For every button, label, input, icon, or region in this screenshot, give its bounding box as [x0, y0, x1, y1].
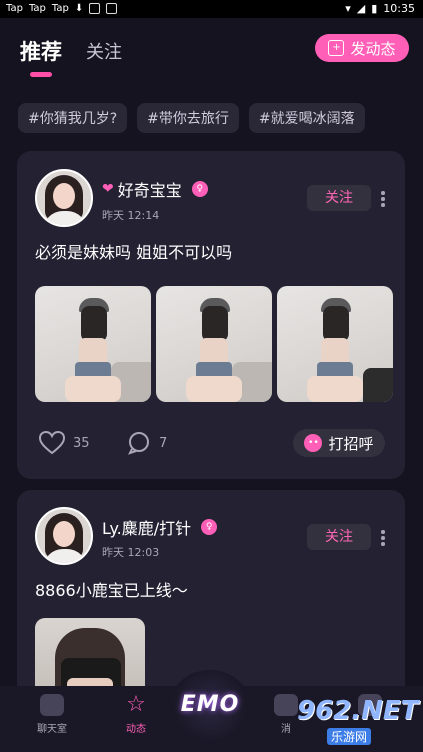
post-time: 昨天 12:03 [102, 546, 160, 559]
greet-icon: •• [304, 434, 323, 452]
post-button-label: 发动态 [350, 39, 396, 58]
more-options-icon[interactable] [381, 530, 385, 548]
photo-grid [35, 286, 393, 402]
battery-icon: ▮ [371, 2, 378, 15]
topic-tag[interactable]: #就爱喝冰阔落 [248, 103, 365, 133]
status-item-2: Tap [28, 3, 46, 14]
post-moment-button[interactable]: + 发动态 [315, 34, 409, 62]
watermark-bottom: 乐游网 [327, 728, 372, 745]
status-right: ▾ ◢ ▮ 10:35 [345, 2, 415, 15]
comment-icon [128, 432, 149, 455]
like-count: 35 [73, 435, 90, 451]
user-name[interactable]: 好奇宝宝 [118, 177, 182, 201]
heart-icon [39, 431, 65, 455]
post-photo[interactable] [156, 286, 272, 402]
chat-room-icon [40, 694, 64, 716]
plus-icon: + [328, 40, 345, 56]
game-icon [274, 694, 298, 716]
top-header: 推荐 关注 + 发动态 [20, 30, 409, 77]
nav-chat-room-label: 聊天室 [37, 724, 67, 735]
user-name-row: ❤ 好奇宝宝 ♀ [102, 177, 208, 201]
post-content: 必须是妹妹吗 姐姐不可以吗 [35, 243, 233, 262]
like-button[interactable]: 35 [39, 431, 90, 455]
hearts-icon: ❤ [102, 181, 114, 197]
download-icon: ⬇ [74, 3, 84, 14]
tab-follow[interactable]: 关注 [86, 38, 122, 64]
emo-logo: EMO [180, 692, 240, 717]
user-name[interactable]: Ly.麋鹿/打针 [102, 515, 191, 539]
image-icon [89, 3, 101, 14]
avatar[interactable] [35, 169, 93, 227]
topic-tag[interactable]: #你猜我几岁? [18, 103, 128, 133]
more-options-icon[interactable] [381, 191, 385, 209]
post-photo[interactable] [35, 286, 151, 402]
status-time: 10:35 [383, 2, 415, 15]
tab-recommend[interactable]: 推荐 [20, 36, 62, 66]
emo-center-button[interactable]: EMO [170, 670, 250, 740]
greet-button[interactable]: •• 打招呼 [293, 429, 385, 457]
nav-moments[interactable]: ☆ 动态 [106, 692, 166, 736]
topic-tag[interactable]: #带你去旅行 [137, 103, 239, 133]
post-actions: 35 7 •• 打招呼 [39, 429, 385, 459]
status-left: Tap Tap Tap ⬇ [6, 3, 118, 14]
follow-button[interactable]: 关注 [307, 185, 371, 211]
star-icon: ☆ [126, 692, 146, 717]
status-item-1: Tap [6, 3, 23, 14]
topic-tags: #你猜我几岁? #带你去旅行 #就爱喝冰阔落 [18, 103, 423, 133]
watermark: 962.NET 乐游网 [297, 696, 419, 746]
follow-button[interactable]: 关注 [307, 524, 371, 550]
app-icon [106, 3, 118, 14]
female-icon: ♀ [201, 519, 218, 535]
nav-chat-room[interactable]: 聊天室 [22, 694, 82, 735]
post-time: 昨天 12:14 [102, 209, 160, 222]
signal-icon: ◢ [356, 2, 366, 15]
comment-button[interactable]: 7 [127, 431, 167, 455]
tab-indicator [30, 72, 52, 77]
wifi-icon: ▾ [345, 2, 351, 15]
greet-label: 打招呼 [328, 434, 374, 453]
post-content: 8866小鹿宝已上线～ [35, 581, 188, 600]
status-bar: Tap Tap Tap ⬇ ▾ ◢ ▮ 10:35 [0, 0, 423, 18]
status-item-3: Tap [51, 3, 69, 14]
comment-count: 7 [159, 435, 168, 451]
nav-moments-label: 动态 [126, 724, 146, 735]
user-name-row: Ly.麋鹿/打针 ♀ [102, 515, 218, 539]
nav-item-4-label: 消 [281, 724, 291, 735]
watermark-top: 962.NET [297, 696, 419, 726]
avatar[interactable] [35, 507, 93, 565]
post-photo[interactable] [277, 286, 393, 402]
female-icon: ♀ [191, 181, 208, 197]
post-card[interactable]: ❤ 好奇宝宝 ♀ 昨天 12:14 关注 必须是妹妹吗 姐姐不可以吗 35 7 … [17, 151, 405, 479]
